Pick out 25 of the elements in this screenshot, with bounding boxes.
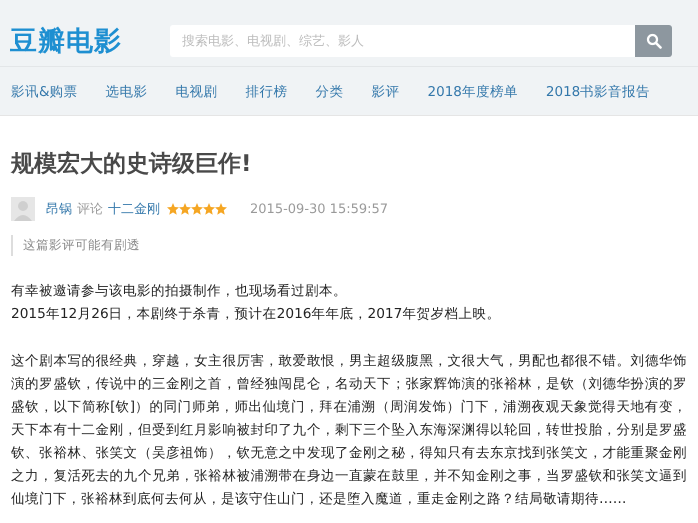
nav-link[interactable]: 2018年度榜单 (428, 83, 518, 101)
nav-link[interactable]: 排行榜 (246, 83, 288, 101)
movie-link[interactable]: 十二金刚 (108, 200, 160, 218)
star-icon (191, 203, 203, 215)
star-icon (179, 203, 191, 215)
star-icon (203, 203, 215, 215)
author-link[interactable]: 昂锅 (46, 200, 72, 218)
nav-link[interactable]: 影讯&购票 (11, 83, 78, 101)
site-logo[interactable]: 豆瓣电影 (10, 23, 170, 59)
review-title: 规模宏大的史诗级巨作! (11, 150, 252, 179)
review-paragraph: 这个剧本写的很经典，穿越，女主很厉害，敢爱敢恨，男主超级腹黑，文很大气，男配也都很不错。刘德华饰演的罗盛钦，传说中的三金刚之首，曾经独闯昆仑，名动天下；张家辉饰演的张裕林，是钦（刘德华扮演的罗盛钦，以下简称[钦]）的同门师弟，师出仙境门，拜在浦溯（周润发饰）门下，浦溯夜观天象觉得天地有变，天下本有十二金刚，但受到红月影响被封印了九个，剩下三个坠入东海深渊得以轮回，转世投胎，分别是罗盛钦、张裕林、张笑文（吴彦祖饰），钦无意之中发现了金刚之秘，得知只有去东京找到张笑文，才能重聚金刚之力，复活死去的九个兄弟，张裕林被浦溯带在身边一直蒙在鼓里，并不知金刚之事，当罗盛钦和张笑文逼到仙境门下，张裕林到底何去何从，是该守住山门，还是堕入魔道，重走金刚之路？结局敬请期待…… (11, 352, 687, 509)
search-button[interactable] (635, 25, 672, 57)
review-paragraph: 有幸被邀请参与该电影的拍摄制作，也现场看过剧本。 2015年12月26日，本剧终于杀青，预计在2016年年底，2017年贺岁档上映。 (11, 282, 502, 324)
nav-link[interactable]: 分类 (316, 83, 344, 101)
spoiler-note: 这篇影评可能有剧透 (11, 235, 687, 256)
search-icon (646, 33, 662, 49)
action-label: 评论 (77, 201, 103, 218)
nav-link[interactable]: 电视剧 (176, 83, 218, 101)
search-field[interactable]: 搜索电影、电视剧、综艺、影人 (170, 25, 635, 57)
nav-link[interactable]: 影评 (372, 83, 400, 101)
star-icon (215, 203, 227, 215)
nav-link[interactable]: 2018书影音报告 (546, 83, 650, 101)
nav-link[interactable]: 选电影 (106, 83, 148, 101)
review-date: 2015-09-30 15:59:57 (250, 202, 388, 216)
star-icon (167, 203, 179, 215)
